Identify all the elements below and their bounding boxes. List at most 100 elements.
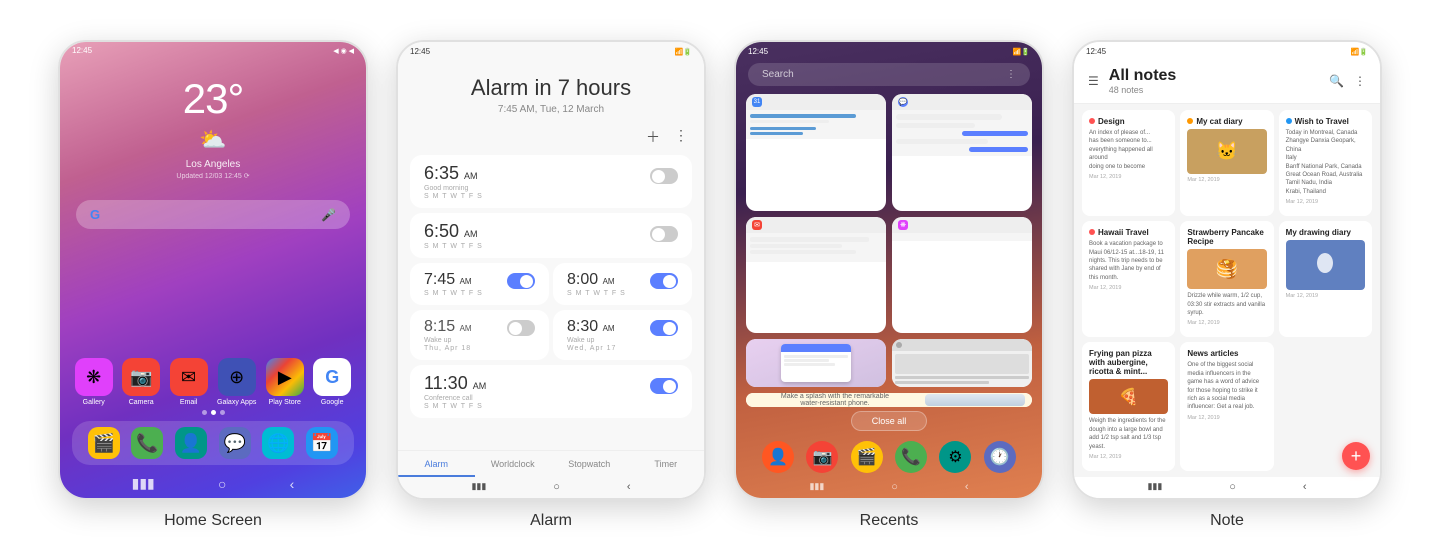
- alarm-tab-worldclock[interactable]: Worldclock: [475, 451, 552, 477]
- dock-browser-icon[interactable]: 🌐: [262, 427, 294, 459]
- back-nav-btn[interactable]: ‹: [290, 476, 295, 492]
- note-pizza-text: Weigh the ingredients for the dough into…: [1089, 417, 1168, 451]
- note-card-cat[interactable]: My cat diary 🐱 Mar 12, 2019: [1180, 110, 1273, 216]
- alarm-item-650[interactable]: 6:50 AM S M T W T F S: [410, 213, 692, 258]
- recents-search-bar[interactable]: Search ⋮: [748, 63, 1030, 86]
- note-hawaii-title: Hawaii Travel: [1089, 228, 1168, 237]
- card-email-icon: ✉: [752, 220, 762, 230]
- home-screen: 12:45 ◀ ◉ ◀ 23° ⛅ Los Angeles Updated 12…: [60, 42, 366, 498]
- recents-camera-icon[interactable]: 📷: [806, 441, 838, 473]
- home-updated: Updated 12/03 12:45 ⟳: [176, 172, 249, 180]
- close-all-button-area[interactable]: Close all: [736, 411, 1042, 431]
- alarm-home-btn[interactable]: ○: [553, 481, 560, 493]
- alarm-status-bar: 12:45 📶🔋: [398, 42, 704, 59]
- alarm-item-815[interactable]: 8:15 AM Wake up Thu, Apr 18: [410, 310, 549, 360]
- dock-video-icon[interactable]: 🎬: [88, 427, 120, 459]
- alarm-row-2: 7:45 AM S M T W T F S 8:00 AM S M T W T …: [410, 263, 692, 309]
- recents-contacts-icon[interactable]: 👤: [762, 441, 794, 473]
- alarm-more-icon[interactable]: ⋮: [674, 127, 688, 147]
- note-news-text: One of the biggest social media influenc…: [1187, 361, 1266, 411]
- note-recents-btn[interactable]: ▮▮▮: [1147, 481, 1162, 493]
- alarm-toggle-635[interactable]: [650, 168, 678, 184]
- alarm-toggle-815[interactable]: [507, 320, 535, 336]
- alarm-time-830: 8:30 AM: [567, 318, 615, 336]
- alarm-recents-btn[interactable]: ▮▮▮: [471, 481, 486, 493]
- alarm-item-800[interactable]: 8:00 AM S M T W T F S: [553, 263, 692, 305]
- alarm-toggle-830[interactable]: [650, 320, 678, 336]
- camera-app[interactable]: 📷 Camera: [122, 358, 160, 406]
- recents-card-gallery[interactable]: ❋: [892, 217, 1032, 334]
- hamburger-icon[interactable]: ☰: [1088, 74, 1099, 88]
- close-all-button[interactable]: Close all: [851, 411, 928, 431]
- alarm-item-635[interactable]: 6:35 AM Good morning S M T W T F S: [410, 155, 692, 208]
- gallery-app[interactable]: ❋ Gallery: [75, 358, 113, 406]
- recents-card-browser[interactable]: [892, 339, 1032, 387]
- alarm-time-745: 7:45 AM: [424, 271, 472, 289]
- note-design-date: Mar 12, 2019: [1089, 174, 1168, 180]
- dock-phone-icon[interactable]: 📞: [131, 427, 163, 459]
- dock-messages-icon[interactable]: 💬: [219, 427, 251, 459]
- note-card-drawing[interactable]: My drawing diary Mar 12, 2019: [1279, 221, 1372, 337]
- note-card-hawaii[interactable]: Hawaii Travel Book a vacation package to…: [1082, 221, 1175, 337]
- dock-calendar-icon[interactable]: 📅: [306, 427, 338, 459]
- recents-back-btn[interactable]: ‹: [965, 481, 969, 493]
- alarm-tab-timer[interactable]: Timer: [628, 451, 705, 477]
- note-fab-button[interactable]: +: [1342, 442, 1370, 470]
- alarm-item-830[interactable]: 8:30 AM Wake up Wed, Apr 17: [553, 310, 692, 360]
- alarm-tab-stopwatch[interactable]: Stopwatch: [551, 451, 628, 477]
- note-card-design[interactable]: Design An index of please of...has been …: [1082, 110, 1175, 216]
- home-search-bar[interactable]: G 🎤: [76, 200, 350, 229]
- alarm-note-635: Good morning: [424, 185, 678, 192]
- note-card-travel[interactable]: Wish to Travel Today in Montreal, Canada…: [1279, 110, 1372, 216]
- recents-recents-btn[interactable]: ▮▮▮: [809, 481, 824, 493]
- recents-clock-icon[interactable]: 🕐: [984, 441, 1016, 473]
- recents-settings-icon[interactable]: ⚙: [939, 441, 971, 473]
- alarm-time-650: 6:50 AM: [424, 221, 478, 242]
- note-back-btn[interactable]: ‹: [1303, 481, 1307, 493]
- alarm-toggle-800[interactable]: [650, 273, 678, 289]
- recents-card-phone[interactable]: [746, 339, 886, 387]
- recents-nav-btn[interactable]: ▮▮▮: [132, 475, 155, 492]
- alarm-item-745[interactable]: 7:45 AM S M T W T F S: [410, 263, 549, 305]
- note-more-icon[interactable]: ⋮: [1354, 74, 1366, 88]
- note-news-title: News articles: [1187, 349, 1266, 358]
- note-pizza-image: 🍕: [1089, 379, 1168, 414]
- alarm-toggle-1130[interactable]: [650, 378, 678, 394]
- alarm-screen-wrapper: 12:45 📶🔋 Alarm in 7 hours 7:45 AM, Tue, …: [396, 40, 706, 530]
- play-store-icon: ▶: [266, 358, 304, 396]
- alarm-tab-alarm[interactable]: Alarm: [398, 451, 475, 477]
- note-drawing-title: My drawing diary: [1286, 228, 1365, 237]
- recents-card-calendar[interactable]: 31: [746, 94, 886, 211]
- email-app[interactable]: ✉ Email: [170, 358, 208, 406]
- recents-video-icon[interactable]: 🎬: [851, 441, 883, 473]
- add-alarm-icon[interactable]: ＋: [646, 127, 660, 147]
- google-app[interactable]: G Google: [313, 358, 351, 406]
- alarm-toggle-650[interactable]: [650, 226, 678, 242]
- card-body-messages: [892, 110, 1032, 156]
- alarm-item-1130[interactable]: 11:30 AM Conference call S M T W T F S: [410, 365, 692, 418]
- note-card-pancake[interactable]: Strawberry Pancake Recipe 🥞 Drizzle whil…: [1180, 221, 1273, 337]
- play-store-app[interactable]: ▶ Play Store: [266, 358, 304, 406]
- note-hawaii-date: Mar 12, 2019: [1089, 285, 1168, 291]
- note-header: ☰ All notes 48 notes 🔍 ⋮: [1074, 59, 1380, 104]
- gallery-label: Gallery: [83, 399, 105, 406]
- note-card-pizza[interactable]: Frying pan pizza with aubergine, ricotta…: [1082, 342, 1175, 471]
- recents-card-notes[interactable]: Make a splash with the remarkablewater-r…: [746, 393, 1032, 407]
- home-app-grid: ❋ Gallery 📷 Camera ✉ Email ⊕ Galaxy Apps: [60, 358, 366, 406]
- note-card-news[interactable]: News articles One of the biggest social …: [1180, 342, 1273, 471]
- recents-home-btn[interactable]: ○: [891, 481, 898, 493]
- galaxy-apps-app[interactable]: ⊕ Galaxy Apps: [217, 358, 256, 406]
- alarm-back-btn[interactable]: ‹: [627, 481, 631, 493]
- dock-contacts-icon[interactable]: 👤: [175, 427, 207, 459]
- recents-phone-icon[interactable]: 📞: [895, 441, 927, 473]
- recents-card-email[interactable]: ✉: [746, 217, 886, 334]
- note-home-btn[interactable]: ○: [1229, 481, 1236, 493]
- recents-status-time: 12:45: [748, 47, 768, 56]
- recents-card-messages[interactable]: 💬: [892, 94, 1032, 211]
- alarm-toggle-745[interactable]: [507, 273, 535, 289]
- alarm-days-650: S M T W T F S: [424, 243, 678, 250]
- recents-search-more-icon[interactable]: ⋮: [1006, 69, 1016, 80]
- email-label: Email: [180, 399, 198, 406]
- home-nav-btn[interactable]: ○: [218, 476, 226, 492]
- note-search-icon[interactable]: 🔍: [1329, 74, 1344, 88]
